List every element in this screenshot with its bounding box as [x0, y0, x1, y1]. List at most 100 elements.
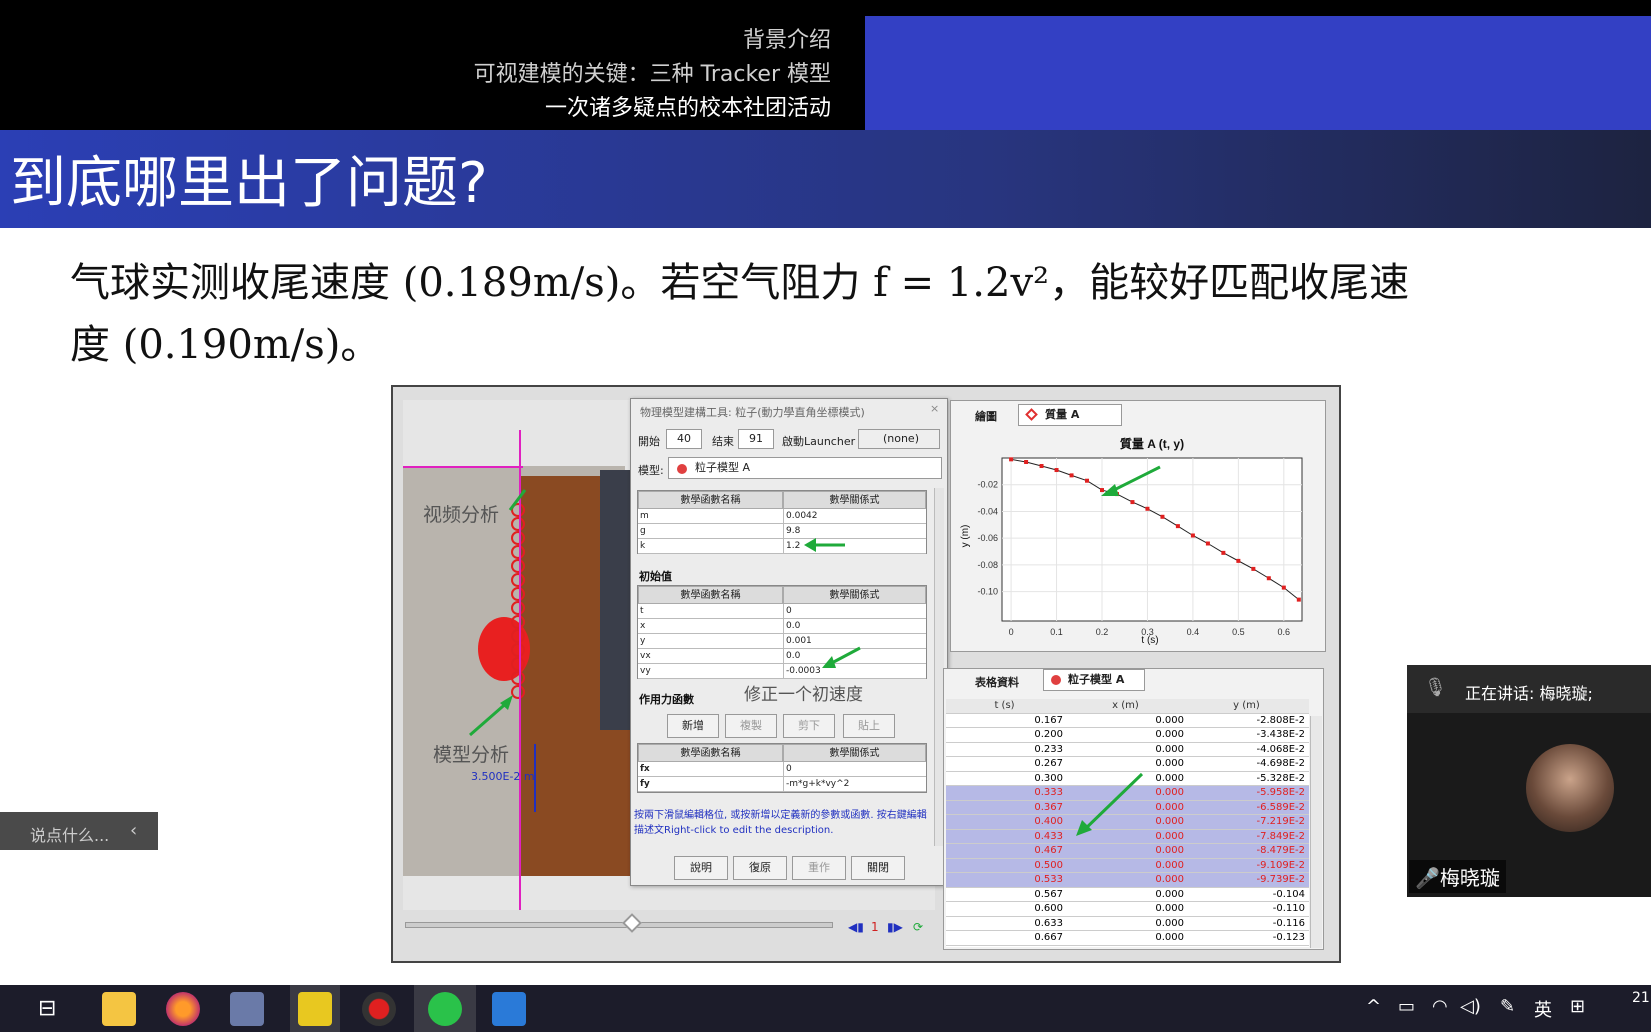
nav-item-background[interactable]: 背景介绍 [743, 22, 831, 54]
video-slider[interactable] [405, 922, 833, 928]
table-cell: -8.479E-2 [1256, 845, 1305, 856]
table-cell: 0.533 [1034, 874, 1063, 885]
firefox-icon[interactable] [166, 992, 200, 1026]
tray-expand-icon[interactable]: ^ [1366, 996, 1381, 1017]
init-name[interactable]: t [638, 604, 783, 619]
init-name[interactable]: y [638, 634, 783, 649]
mic-active-icon: 🎤 [1415, 866, 1440, 890]
dialog-close-icon[interactable]: × [930, 402, 939, 415]
x-tick-label: 0.1 [1050, 627, 1063, 637]
table-row[interactable]: 0.667 0.000 -0.123 [946, 931, 1309, 946]
add-button[interactable]: 新增 [667, 714, 719, 738]
force-expr[interactable]: 0 [783, 762, 926, 777]
help-button[interactable]: 說明 [674, 856, 728, 880]
end-spinner[interactable]: 91 [738, 429, 774, 449]
nav-item-key[interactable]: 可视建模的关键：三种 Tracker 模型 [474, 56, 831, 88]
chat-placeholder: 说点什么... [30, 826, 110, 845]
table-row[interactable]: 0.600 0.000 -0.110 [946, 902, 1309, 917]
init-name[interactable]: vx [638, 649, 783, 664]
volume-icon[interactable]: ◁) [1460, 996, 1481, 1017]
data-point[interactable] [1190, 533, 1195, 538]
annotation-arrows-dialog [804, 538, 861, 668]
table-cell: 0.600 [1034, 903, 1063, 914]
cut-button[interactable]: 剪下 [783, 714, 835, 738]
meeting-app-icon[interactable] [492, 992, 526, 1026]
table-row[interactable]: 0.633 0.000 -0.116 [946, 917, 1309, 931]
chart-ylabel: y (m) [960, 525, 971, 548]
data-point[interactable] [1296, 597, 1301, 602]
copy-button[interactable]: 複製 [725, 714, 777, 738]
model-select[interactable]: 粒子模型 A [668, 457, 942, 479]
force-expr[interactable]: -m*g+k*vy^2 [783, 777, 926, 792]
data-point[interactable] [1251, 566, 1256, 571]
param-value[interactable]: 0.0042 [783, 509, 926, 524]
table-cell: 0.000 [1155, 874, 1184, 885]
plot-menu[interactable]: 繪圖 [975, 408, 997, 424]
nav-item-activity[interactable]: 一次诸多疑点的校本社团活动 [545, 90, 831, 122]
data-point[interactable] [1009, 457, 1014, 462]
task-view-icon[interactable]: ⊟ [38, 996, 56, 1021]
step-back-icon[interactable]: ◀▮ [848, 920, 864, 934]
table-row[interactable]: 0.533 0.000 -9.739E-2 [946, 873, 1309, 888]
redo-button[interactable]: 重作 [792, 856, 846, 880]
force-name[interactable]: fx [638, 762, 783, 777]
ime-indicator[interactable]: 英 [1534, 996, 1552, 1022]
data-point[interactable] [1039, 464, 1044, 469]
data-point[interactable] [1054, 468, 1059, 473]
table-row[interactable]: 0.567 0.000 -0.104 [946, 888, 1309, 902]
param-name[interactable]: g [638, 524, 783, 539]
table-cell: 0.000 [1155, 743, 1184, 755]
data-point[interactable] [1145, 506, 1150, 511]
table-row[interactable]: 0.200 0.000 -3.438E-2 [946, 728, 1309, 743]
init-name[interactable]: x [638, 619, 783, 634]
table-cell: 0.267 [1034, 758, 1063, 769]
table-row[interactable]: 0.233 0.000 -4.068E-2 [946, 743, 1309, 757]
force-name[interactable]: fy [638, 777, 783, 792]
close-button[interactable]: 關閉 [851, 856, 905, 880]
tracker-app-icon[interactable] [230, 992, 264, 1026]
init-name[interactable]: vy [638, 664, 783, 679]
start-label: 開始 [638, 435, 660, 448]
data-point[interactable] [1085, 478, 1089, 483]
data-point[interactable] [1024, 460, 1029, 465]
wifi-icon[interactable]: ◠ [1432, 996, 1448, 1017]
axis-line-horizontal[interactable] [403, 466, 523, 468]
pdf-reader-icon[interactable] [298, 992, 332, 1026]
start-spinner[interactable]: 40 [666, 429, 702, 449]
file-explorer-icon[interactable] [102, 992, 136, 1026]
scale-label: 3.500E-2 m [471, 770, 535, 783]
table-scrollbar[interactable] [1310, 716, 1322, 948]
screen-recorder-icon[interactable] [362, 992, 396, 1026]
data-point[interactable] [1281, 585, 1286, 590]
x-tick-label: 0 [1009, 627, 1014, 637]
taskbar-clock[interactable]: 21 [1632, 990, 1650, 1006]
undo-button[interactable]: 復原 [733, 856, 787, 880]
table-cell: -9.109E-2 [1256, 859, 1305, 871]
step-forward-icon[interactable]: ▮▶ [887, 920, 903, 934]
data-point[interactable] [1266, 576, 1271, 581]
paste-button[interactable]: 貼上 [843, 714, 895, 738]
launcher-select[interactable]: (none) [858, 429, 940, 449]
table-row[interactable]: 0.467 0.000 -8.479E-2 [946, 844, 1309, 859]
y-tick-label: -0.10 [977, 587, 998, 597]
chat-collapse-icon[interactable]: ‹ [130, 820, 137, 841]
param-name[interactable]: m [638, 509, 783, 524]
keyboard-layout-icon[interactable]: ⊞ [1570, 996, 1585, 1017]
param-name[interactable]: k [638, 539, 783, 554]
data-point[interactable] [1175, 524, 1180, 529]
data-point[interactable] [1205, 541, 1210, 546]
loop-icon[interactable]: ⟳ [913, 920, 923, 934]
col-name-header: 數學函數名稱 [638, 586, 783, 604]
params-table: 數學函數名稱 數學關係式 m 0.0042 g 9.8 k 1.2 [637, 490, 927, 554]
table-menu[interactable]: 表格資料 [975, 674, 1019, 690]
wechat-icon[interactable] [428, 992, 462, 1026]
data-point[interactable] [1221, 550, 1226, 555]
table-row[interactable]: 0.167 0.000 -2.808E-2 [946, 714, 1309, 728]
battery-icon[interactable]: ▭ [1398, 996, 1415, 1017]
table-row[interactable]: 0.500 0.000 -9.109E-2 [946, 858, 1309, 873]
data-point[interactable] [1160, 514, 1165, 519]
y-tick-label: -0.02 [977, 480, 998, 490]
data-point[interactable] [1069, 473, 1074, 478]
pen-icon[interactable]: ✎ [1500, 996, 1515, 1017]
data-point[interactable] [1236, 558, 1241, 563]
